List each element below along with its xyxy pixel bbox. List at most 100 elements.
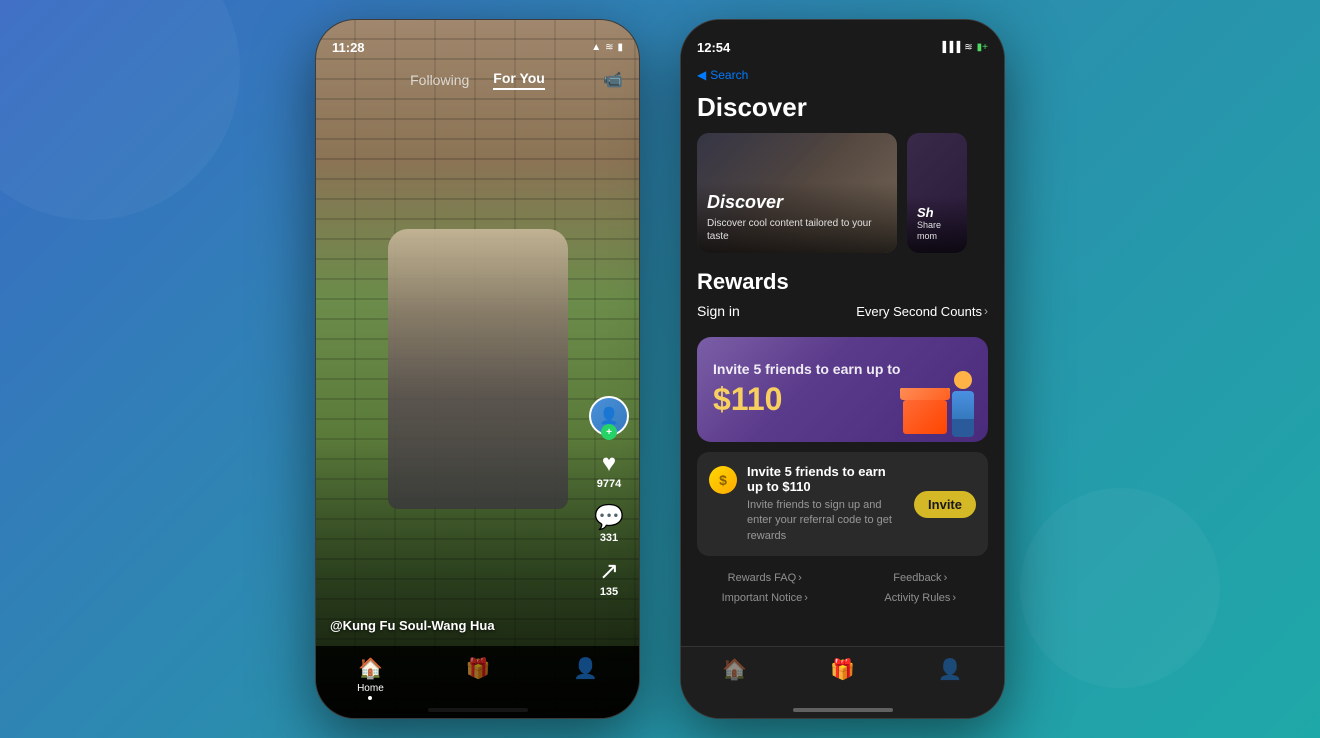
left-status-icons: ▲ ≋ ▮ [591,42,623,53]
every-second-counts-link[interactable]: Every Second Counts › [856,304,988,319]
right-home-icon: 🏠 [722,657,747,682]
discover-card-2[interactable]: Sh Share mom [907,133,967,253]
invite-card-title: Invite 5 friends to earn up to $110 [747,464,904,494]
gift-body [903,400,947,434]
right-home-indicator [793,708,893,712]
right-wifi-icon: ≋ [964,42,972,53]
activity-rules-chevron: › [952,592,956,604]
battery-icon: ▮ [617,42,623,53]
left-phone: 11:28 ▲ ≋ ▮ Following For You 📹 👤 + ♥ 97… [315,19,640,719]
video-username: @Kung Fu Soul-Wang Hua [330,618,495,633]
invite-card-subtitle: Invite friends to sign up and enter your… [747,498,904,544]
card-title-2: Sh [917,205,957,220]
heart-icon: ♥ [602,452,616,476]
invite-banner-line1: Invite 5 friends to earn up to [713,361,900,377]
person-legs [952,419,974,437]
back-nav[interactable]: ◀ Search [681,64,1004,88]
card-overlay-2: Sh Share mom [907,195,967,253]
back-search-button[interactable]: ◀ Search [697,68,988,82]
video-figure [388,229,568,509]
nav-following[interactable]: Following [410,72,469,88]
right-gift-icon: 🎁 [830,657,855,682]
every-second-label: Every Second Counts [856,304,982,319]
gift-lid [900,388,950,400]
sign-in-row: Sign in Every Second Counts › [697,303,988,319]
invite-banner-amount: $110 [713,381,900,418]
right-content: 12:54 ▐▐▐ ≋ ▮+ ◀ Search Discover [681,20,1004,718]
comment-count: 331 [600,532,618,544]
invite-button[interactable]: Invite [914,491,976,518]
wifi-icon: ≋ [605,42,613,53]
comment-icon: 💬 [594,506,624,530]
discover-title: Discover [697,92,807,122]
right-status-icons: ▐▐▐ ≋ ▮+ [939,42,988,53]
person-head [954,371,972,389]
home-dot [368,696,372,700]
nav-item-profile[interactable]: 👤 [573,656,598,681]
back-label: Search [710,68,748,82]
person-body [952,391,974,419]
person-figure [945,371,980,436]
card-desc-2: Share mom [917,220,957,243]
sign-in-text[interactable]: Sign in [697,303,740,319]
phones-container: 11:28 ▲ ≋ ▮ Following For You 📹 👤 + ♥ 97… [315,19,1005,719]
left-bottom-nav: 🏠 Home 🎁 👤 [316,646,639,718]
invite-card: $ Invite 5 friends to earn up to $110 In… [697,452,988,556]
back-chevron-icon: ◀ [697,68,706,82]
left-status-bar: 11:28 ▲ ≋ ▮ [316,20,639,64]
discover-header: Discover [681,88,1004,133]
links-section: Rewards FAQ › Feedback › Important Notic… [681,562,1004,614]
right-nav-profile[interactable]: 👤 [938,657,963,682]
profile-icon: 👤 [573,656,598,681]
share-count: 135 [600,586,618,598]
activity-rules-label: Activity Rules [884,592,950,604]
discover-card-1[interactable]: Discover Discover cool content tailored … [697,133,897,253]
like-count: 9774 [597,478,621,490]
right-nav-home[interactable]: 🏠 [722,657,747,682]
rewards-icon: 🎁 [466,656,491,681]
nav-item-home[interactable]: 🏠 Home [357,656,384,700]
right-profile-icon: 👤 [938,657,963,682]
coin-icon: $ [709,466,737,494]
important-notice-link[interactable]: Important Notice › [697,592,833,604]
camera-icon[interactable]: 📹 [603,70,623,90]
nav-item-rewards[interactable]: 🎁 [466,656,491,681]
important-notice-label: Important Notice [722,592,803,604]
home-icon: 🏠 [358,656,383,681]
important-notice-chevron: › [804,592,808,604]
rewards-faq-link[interactable]: Rewards FAQ › [697,572,833,584]
rewards-faq-label: Rewards FAQ [728,572,796,584]
chevron-right-icon: › [984,304,988,318]
right-actions: 👤 + ♥ 9774 💬 331 ↗ 135 [589,396,629,598]
like-button[interactable]: ♥ 9774 [597,452,621,490]
home-label: Home [357,683,384,694]
comment-button[interactable]: 💬 331 [594,506,624,544]
card-desc-1: Discover cool content tailored to your t… [707,217,887,243]
activity-rules-link[interactable]: Activity Rules › [853,592,989,604]
left-nav: Following For You 📹 [316,64,639,96]
feedback-link[interactable]: Feedback › [853,572,989,584]
card-title-1: Discover [707,192,887,213]
right-phone: 12:54 ▐▐▐ ≋ ▮+ ◀ Search Discover [680,19,1005,719]
invite-text-block: Invite 5 friends to earn up to $110 Invi… [747,464,904,544]
right-time: 12:54 [697,40,730,55]
left-time: 11:28 [332,40,365,55]
feedback-label: Feedback [893,572,941,584]
right-signal-icon: ▐▐▐ [939,42,960,53]
rewards-section: Rewards Sign in Every Second Counts › [681,253,1004,327]
right-status-bar: 12:54 ▐▐▐ ≋ ▮+ [681,20,1004,64]
share-icon: ↗ [599,560,619,584]
signal-icon: ▲ [591,42,601,53]
invite-banner-text: Invite 5 friends to earn up to $110 [713,361,900,418]
rewards-faq-chevron: › [798,572,802,584]
creator-avatar-container[interactable]: 👤 + [589,396,629,436]
nav-for-you[interactable]: For You [493,70,545,90]
share-button[interactable]: ↗ 135 [599,560,619,598]
right-nav-gifts[interactable]: 🎁 [830,657,855,682]
right-battery-icon: ▮+ [977,42,988,53]
follow-plus-badge: + [601,424,617,440]
discover-cards: Discover Discover cool content tailored … [681,133,1004,253]
invite-banner[interactable]: Invite 5 friends to earn up to $110 [697,337,988,442]
card-overlay-1: Discover Discover cool content tailored … [697,182,897,253]
rewards-title: Rewards [697,269,988,295]
